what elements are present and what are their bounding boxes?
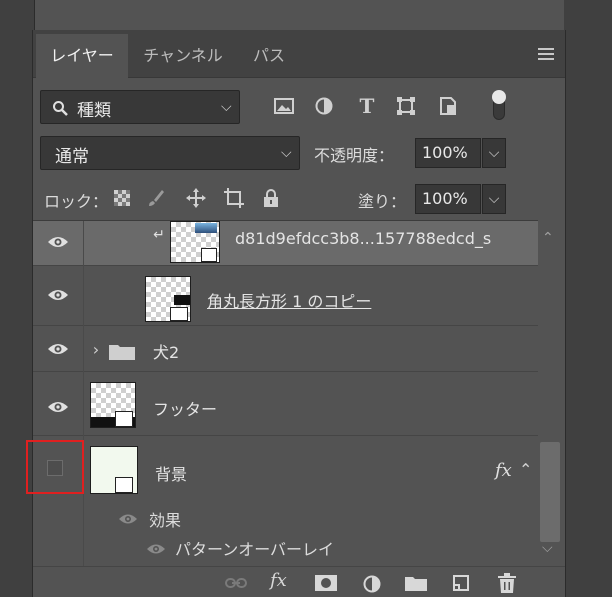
lock-label: ロック： (44, 192, 109, 211)
layer-thumbnail (170, 221, 220, 263)
link-layers-icon[interactable] (224, 574, 248, 592)
add-layer-mask-icon[interactable] (314, 574, 338, 592)
layer-visibility-toggle-off[interactable] (47, 460, 63, 476)
layer-effects-fx-icon[interactable]: fx (495, 460, 512, 481)
thumbnail-image-fragment (195, 223, 217, 233)
layer-row-group-dog2[interactable]: › 犬2 (33, 326, 538, 372)
pattern-overlay-eye-icon[interactable] (145, 542, 167, 556)
panel-menu-icon[interactable] (532, 44, 560, 64)
layer-thumbnail (145, 276, 191, 322)
chevron-down-icon: ⌵ (221, 99, 232, 115)
fill-slider-button[interactable]: ⌵ (482, 184, 506, 214)
layer-thumbnail (90, 446, 138, 494)
opacity-label: 不透明度： (314, 146, 395, 165)
layers-scrollbar-thumb[interactable] (540, 442, 560, 542)
adjustment-layer-filter-icon[interactable] (312, 94, 336, 118)
fill-input[interactable]: 100% (415, 184, 481, 214)
group-expand-chevron-icon[interactable]: › (89, 340, 103, 359)
layer-visibility-eye-icon[interactable] (45, 231, 71, 253)
filter-toggle-switch[interactable] (491, 90, 507, 122)
blend-mode-dropdown[interactable]: 通常 ⌵ (40, 136, 300, 170)
layer-name[interactable]: 角丸長方形 1 のコピー (207, 288, 371, 312)
fill-label: 塗り： (358, 192, 407, 211)
blend-mode-value: 通常 (55, 147, 89, 167)
layer-visibility-eye-icon[interactable] (45, 338, 71, 360)
eye-column-divider (83, 372, 84, 436)
layer-name[interactable]: フッター (153, 396, 217, 420)
new-group-folder-icon[interactable] (404, 574, 428, 592)
tab-layers[interactable]: レイヤー (36, 34, 128, 78)
layer-thumbnail (90, 382, 136, 428)
smart-object-badge-icon (201, 248, 217, 262)
clipping-mask-arrow-icon: ↵ (153, 227, 165, 243)
panel-top-strip (34, 0, 564, 30)
effects-label: 効果 (149, 511, 182, 530)
effect-item-pattern-overlay[interactable]: パターンオーバーレイ (175, 536, 334, 560)
layer-row-rounded-rect-copy[interactable]: 角丸長方形 1 のコピー (33, 266, 538, 326)
new-layer-icon[interactable] (450, 573, 472, 593)
layers-bottom-toolbar (33, 566, 565, 597)
eye-column-divider (83, 221, 84, 266)
effects-visibility-eye-icon[interactable] (117, 512, 139, 526)
add-layer-style-fx-icon[interactable]: fx (270, 570, 287, 591)
chevron-down-icon: ⌵ (488, 191, 500, 207)
new-adjustment-layer-icon[interactable] (362, 574, 382, 594)
opacity-slider-button[interactable]: ⌵ (482, 138, 506, 168)
filter-type-value: 種類 (77, 101, 111, 121)
shape-badge-icon (170, 307, 188, 321)
lock-all-icon[interactable] (260, 186, 282, 210)
lock-position-move-icon[interactable] (184, 186, 208, 210)
tab-paths[interactable]: パス (238, 34, 300, 78)
layer-name[interactable]: 背景 (155, 461, 187, 485)
pixel-layer-filter-icon[interactable] (272, 94, 296, 118)
search-icon (51, 99, 69, 117)
smart-object-filter-icon[interactable] (436, 94, 460, 118)
tab-channels[interactable]: チャンネル (131, 34, 235, 78)
layer-row-footer[interactable]: フッター (33, 372, 538, 436)
scroll-down-chevron-icon[interactable]: ⌵ (542, 540, 553, 556)
eye-column-divider (83, 266, 84, 326)
layer-name[interactable]: 犬2 (153, 339, 179, 363)
chevron-down-icon: ⌵ (488, 145, 500, 161)
scroll-up-chevron-icon[interactable]: ⌃ (542, 230, 554, 246)
delete-layer-trash-icon[interactable] (496, 572, 518, 594)
lock-transparent-pixels-icon[interactable] (111, 187, 133, 209)
shape-badge-icon (115, 477, 133, 493)
layer-name[interactable]: d81d9efdcc3b8...157788edcd_s (235, 229, 491, 248)
layer-visibility-eye-icon[interactable] (45, 284, 71, 306)
lock-artboard-icon[interactable] (222, 186, 246, 210)
thumbnail-shape-fragment (174, 295, 190, 305)
collapse-effects-chevron-up-icon[interactable]: ⌃ (519, 460, 532, 479)
eye-column-divider (83, 326, 84, 372)
type-layer-filter-icon[interactable]: T (354, 93, 380, 119)
lock-image-pixels-brush-icon[interactable] (145, 187, 167, 209)
chevron-down-icon: ⌵ (281, 145, 292, 161)
layer-visibility-eye-icon[interactable] (45, 396, 71, 418)
layer-row-background[interactable]: 背景 fx ⌃ 効果 パターンオーバーレイ (26, 436, 538, 566)
filter-type-dropdown[interactable]: 種類 ⌵ (40, 90, 240, 124)
folder-icon (109, 342, 135, 360)
shape-badge-icon (115, 411, 133, 427)
layer-row-clipped-image[interactable]: ↵ d81d9efdcc3b8...157788edcd_s (33, 221, 538, 266)
opacity-input[interactable]: 100% (415, 138, 481, 168)
shape-layer-filter-icon[interactable] (394, 94, 418, 118)
